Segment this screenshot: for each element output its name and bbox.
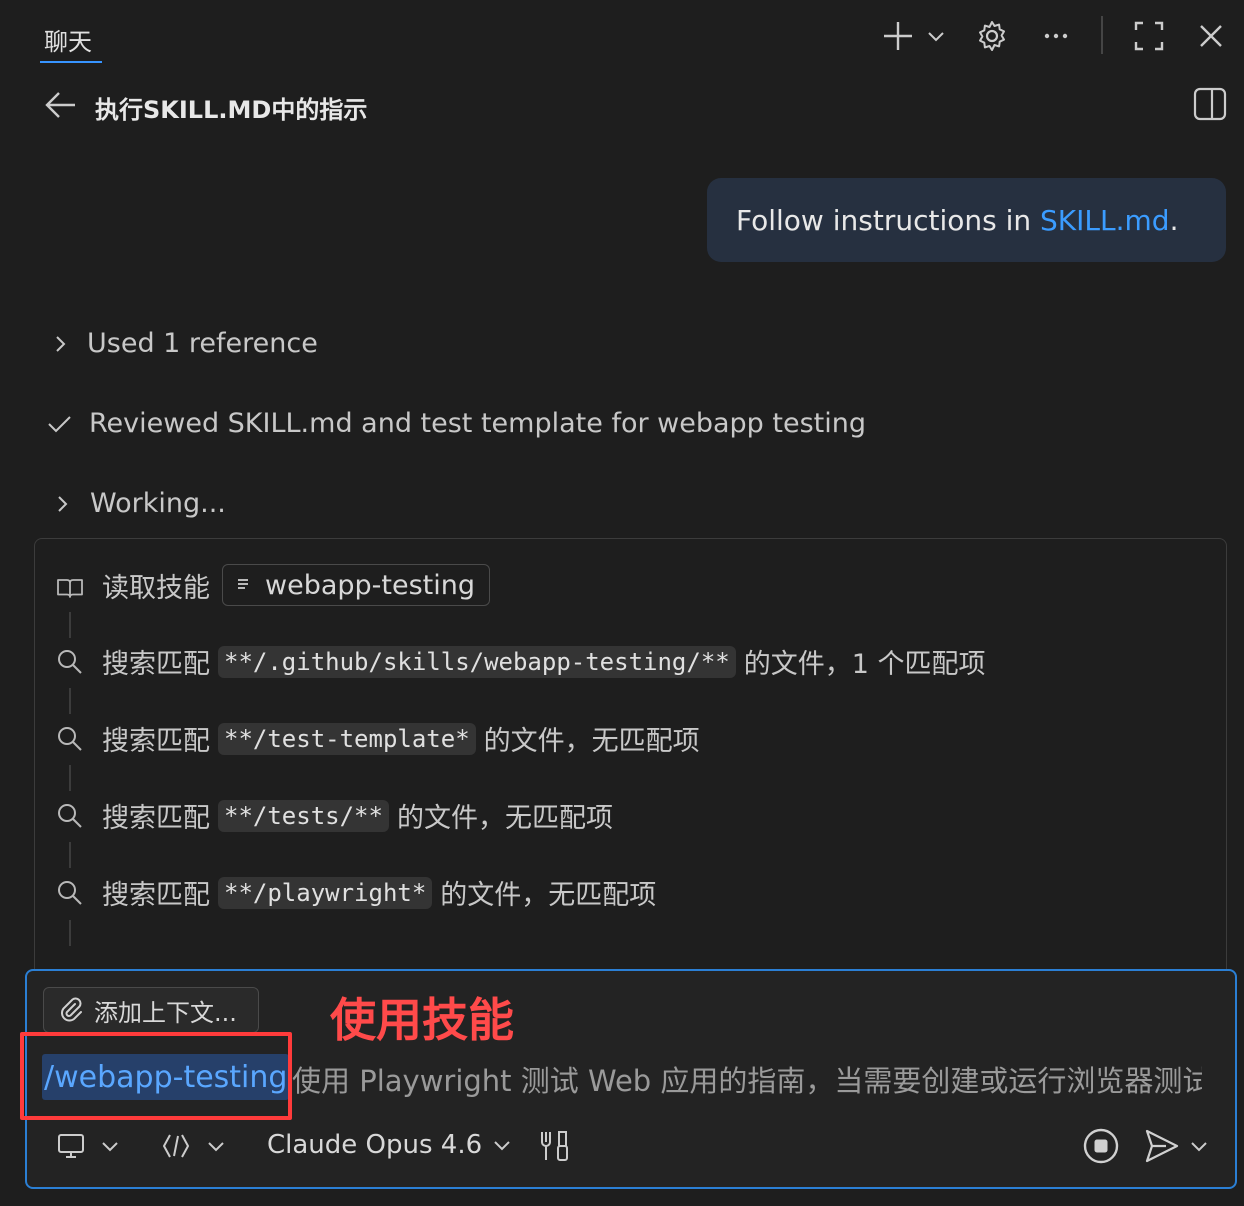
conversation-title: 执行SKILL.MD中的指示 (95, 96, 368, 124)
model-picker[interactable]: Claude Opus 4.6 (267, 1130, 512, 1160)
maximize-icon (1134, 21, 1164, 51)
search-row: 搜索匹配 **/test-template* 的文件，无匹配项 (102, 719, 700, 758)
settings-button[interactable] (974, 18, 1010, 54)
search-pattern: **/tests/** (218, 799, 389, 832)
new-chat-dropdown[interactable] (920, 18, 952, 54)
mode-picker[interactable] (160, 1126, 226, 1166)
add-context-label: 添加上下文... (94, 998, 237, 1027)
user-message-text: Follow instructions in (736, 203, 1041, 237)
skill-chip[interactable]: webapp-testing (222, 564, 491, 606)
timeline-connector (69, 688, 71, 714)
send-icon (1145, 1129, 1179, 1163)
stop-icon (1083, 1128, 1119, 1164)
tab-active-indicator (40, 61, 102, 63)
new-chat-button[interactable] (880, 18, 916, 54)
more-icon (1044, 33, 1068, 39)
annotation-label: 使用技能 (330, 993, 514, 1047)
file-lines-icon (238, 579, 248, 589)
toggle-panel-button[interactable] (1192, 86, 1228, 122)
search-icon (56, 802, 84, 830)
annotation-highlight-box (20, 1032, 292, 1120)
stop-button[interactable] (1082, 1126, 1120, 1166)
command-description: 使用 Playwright 测试 Web 应用的指南，当需要创建或运行浏览器测试… (292, 1064, 1202, 1098)
timeline-connector (69, 842, 71, 868)
maximize-button[interactable] (1131, 18, 1167, 54)
skill-chip-label: webapp-testing (265, 569, 476, 601)
search-result: 的文件，1 个匹配项 (743, 649, 986, 680)
send-button[interactable] (1143, 1126, 1209, 1166)
working-toggle[interactable]: Working... (90, 488, 226, 519)
search-result: 的文件，无匹配项 (483, 726, 700, 757)
timeline-connector (69, 920, 71, 946)
close-icon (1200, 25, 1222, 47)
user-message: Follow instructions in SKILL.md. (707, 178, 1226, 262)
search-prefix: 搜索匹配 (102, 803, 210, 834)
tools-button[interactable] (537, 1126, 573, 1166)
tab-chat[interactable]: 聊天 (44, 22, 92, 57)
search-pattern: **/.github/skills/webapp-testing/** (218, 645, 736, 678)
gear-icon (979, 21, 1005, 51)
search-prefix: 搜索匹配 (102, 649, 210, 680)
search-prefix: 搜索匹配 (102, 726, 210, 757)
chevron-down-icon (494, 1141, 510, 1151)
add-context-button[interactable]: 添加上下文... (43, 987, 259, 1033)
timeline-connector (69, 612, 71, 638)
skill-file-link[interactable]: SKILL.md (1040, 204, 1170, 237)
header-separator (1101, 16, 1103, 54)
search-prefix: 搜索匹配 (102, 880, 210, 911)
close-button[interactable] (1193, 18, 1229, 54)
read-skill-label: 读取技能 (102, 572, 210, 604)
search-pattern: **/playwright* (218, 876, 433, 909)
search-icon (56, 725, 84, 753)
search-icon (56, 879, 84, 907)
chevron-down-icon (1191, 1142, 1207, 1152)
search-pattern: **/test-template* (218, 722, 476, 755)
user-message-suffix: . (1169, 203, 1179, 237)
check-icon (46, 411, 72, 437)
monitor-icon (58, 1134, 84, 1158)
book-icon (56, 574, 84, 602)
model-label: Claude Opus 4.6 (267, 1130, 483, 1160)
more-actions-button[interactable] (1038, 18, 1074, 54)
search-icon (56, 648, 84, 676)
used-references-toggle[interactable]: Used 1 reference (87, 328, 318, 359)
target-picker[interactable] (56, 1126, 120, 1166)
search-row: 搜索匹配 **/playwright* 的文件，无匹配项 (102, 873, 656, 912)
chevron-down-icon (928, 32, 944, 42)
read-skill-row: 读取技能 webapp-testing (102, 564, 491, 606)
search-result: 的文件，无匹配项 (396, 803, 613, 834)
search-row: 搜索匹配 **/tests/** 的文件，无匹配项 (102, 796, 613, 835)
chevron-down-icon (208, 1142, 224, 1152)
arrow-left-icon (45, 92, 75, 118)
reviewed-step: Reviewed SKILL.md and test template for … (89, 408, 866, 439)
paperclip-icon (61, 997, 82, 1022)
search-result: 的文件，无匹配项 (440, 880, 657, 911)
tools-icon (541, 1131, 568, 1161)
search-row: 搜索匹配 **/.github/skills/webapp-testing/**… (102, 642, 986, 681)
back-button[interactable] (44, 88, 78, 122)
chevron-right-icon[interactable] (50, 492, 76, 518)
timeline-connector (69, 765, 71, 791)
split-panel-icon (1193, 87, 1227, 121)
chevron-right-icon[interactable] (48, 332, 74, 358)
plus-icon (884, 22, 912, 50)
chevron-down-icon (102, 1142, 118, 1152)
agent-mode-icon (163, 1134, 189, 1158)
